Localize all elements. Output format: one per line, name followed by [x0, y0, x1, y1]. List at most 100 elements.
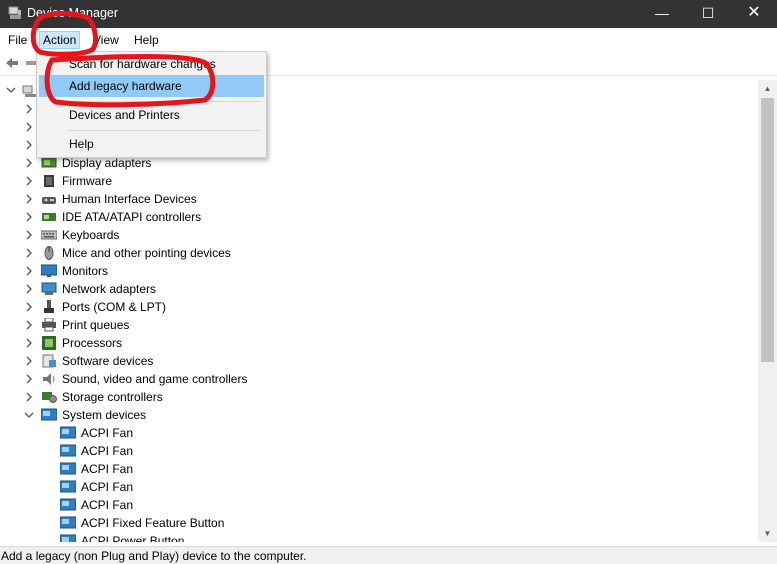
network-adapter-icon	[41, 282, 57, 295]
chevron-right-icon[interactable]	[24, 136, 34, 154]
menu-bar: File Action View Help	[0, 28, 777, 50]
menu-item-help[interactable]: Help	[39, 133, 264, 155]
chevron-right-icon[interactable]	[24, 154, 34, 172]
tree-category-monitors[interactable]: Monitors	[0, 262, 300, 280]
scrollbar-thumb[interactable]	[761, 98, 774, 362]
menu-item-scan-for-hardware-changes[interactable]: Scan for hardware changes	[39, 53, 264, 75]
chevron-right-icon[interactable]	[24, 334, 34, 352]
tree-device-label: ACPI Fixed Feature Button	[81, 516, 225, 530]
menu-separator	[67, 101, 261, 102]
tree-device-label: ACPI Fan	[81, 426, 134, 440]
tree-category-processors[interactable]: Processors	[0, 334, 300, 352]
chevron-right-icon[interactable]	[24, 172, 34, 190]
system-device-icon	[60, 444, 76, 457]
chevron-right-icon[interactable]	[24, 298, 34, 316]
tree-device-item[interactable]: ACPI Fan	[0, 478, 300, 496]
tree-category-ports[interactable]: Ports (COM & LPT)	[0, 298, 300, 316]
system-device-icon	[60, 534, 76, 542]
status-text: Add a legacy (non Plug and Play) device …	[1, 549, 307, 563]
chevron-right-icon[interactable]	[24, 244, 34, 262]
firmware-chip-icon	[44, 175, 54, 187]
back-arrow-icon[interactable]	[4, 55, 20, 71]
scroll-up-arrow-icon[interactable]: ▲	[758, 80, 777, 97]
tree-device-item[interactable]: ACPI Power Button	[0, 532, 300, 542]
title-bar: Device Manager — ☐ ✕	[0, 0, 777, 28]
printer-icon	[42, 318, 56, 332]
tree-device-label: ACPI Power Button	[81, 534, 185, 542]
storage-controller-icon	[42, 392, 57, 403]
chevron-right-icon[interactable]	[24, 352, 34, 370]
system-device-icon	[60, 516, 76, 529]
tree-device-label: ACPI Fan	[81, 462, 134, 476]
scroll-down-arrow-icon[interactable]: ▼	[758, 525, 777, 542]
maximize-button[interactable]: ☐	[685, 0, 731, 28]
menu-separator	[67, 130, 261, 131]
menu-help[interactable]: Help	[134, 31, 159, 49]
menu-file[interactable]: File	[8, 31, 27, 49]
system-device-icon	[60, 426, 76, 439]
tree-device-item[interactable]: ACPI Fan	[0, 442, 300, 460]
menu-action[interactable]: Action	[39, 31, 81, 49]
tree-category-network-adapters[interactable]: Network adapters	[0, 280, 300, 298]
display-adapter-icon	[41, 157, 57, 168]
vertical-scrollbar[interactable]: ▲ ▼	[758, 80, 777, 542]
tree-category-label: Mice and other pointing devices	[62, 246, 231, 260]
tree-device-item[interactable]: ACPI Fan	[0, 460, 300, 478]
chevron-right-icon[interactable]	[24, 226, 34, 244]
tree-category-label: Network adapters	[62, 282, 157, 296]
chevron-right-icon[interactable]	[24, 280, 34, 298]
chevron-right-icon[interactable]	[24, 100, 34, 118]
status-bar: Add a legacy (non Plug and Play) device …	[0, 546, 777, 564]
keyboard-icon	[41, 230, 57, 240]
tree-category-mice[interactable]: Mice and other pointing devices	[0, 244, 300, 262]
tree-device-item[interactable]: ACPI Fan	[0, 424, 300, 442]
chevron-right-icon[interactable]	[24, 316, 34, 334]
tree-category-label: Storage controllers	[62, 390, 163, 404]
tree-category-label: Print queues	[62, 318, 130, 332]
tree-device-item[interactable]: ACPI Fan	[0, 496, 300, 514]
tree-device-label: ACPI Fan	[81, 480, 134, 494]
minimize-button[interactable]: —	[639, 0, 685, 28]
tree-category-label: System devices	[62, 408, 147, 422]
system-device-icon	[41, 408, 57, 421]
tree-category-print-queues[interactable]: Print queues	[0, 316, 300, 334]
tree-category-sound-video-game[interactable]: Sound, video and game controllers	[0, 370, 300, 388]
system-device-icon	[60, 480, 76, 493]
tree-device-label: ACPI Fan	[81, 498, 134, 512]
software-device-icon	[42, 354, 56, 368]
hid-icon	[42, 197, 56, 204]
monitor-icon	[41, 264, 57, 277]
system-device-icon	[60, 498, 76, 511]
speaker-icon	[43, 373, 55, 385]
tree-root-node[interactable]	[0, 82, 40, 100]
menu-item-devices-and-printers[interactable]: Devices and Printers	[39, 104, 264, 126]
tree-category-label: Processors	[62, 336, 123, 350]
tree-category-storage-controllers[interactable]: Storage controllers	[0, 388, 300, 406]
tree-category-system-devices[interactable]: System devices	[0, 406, 300, 424]
chevron-right-icon[interactable]	[24, 388, 34, 406]
chevron-right-icon[interactable]	[24, 262, 34, 280]
menu-item-add-legacy-hardware[interactable]: Add legacy hardware	[39, 75, 264, 97]
tree-device-item[interactable]: ACPI Fixed Feature Button	[0, 514, 300, 532]
chevron-right-icon[interactable]	[24, 190, 34, 208]
chevron-right-icon[interactable]	[24, 370, 34, 388]
chevron-down-icon[interactable]	[6, 82, 16, 100]
window-title: Device Manager	[27, 6, 119, 20]
chevron-right-icon[interactable]	[24, 118, 34, 136]
chevron-right-icon[interactable]	[24, 208, 34, 226]
ide-controller-icon	[42, 213, 56, 221]
tree-category-human-interface-devices[interactable]: Human Interface Devices	[0, 190, 300, 208]
tree-category-keyboards[interactable]: Keyboards	[0, 226, 300, 244]
menu-view[interactable]: View	[93, 31, 119, 49]
chevron-down-icon[interactable]	[24, 406, 34, 424]
tree-category-label: Firmware	[62, 174, 112, 188]
close-button[interactable]: ✕	[731, 0, 777, 28]
tree-category-label: Ports (COM & LPT)	[62, 300, 167, 314]
tree-category-label: Keyboards	[62, 228, 120, 242]
tree-category-firmware[interactable]: Firmware	[0, 172, 300, 190]
tree-category-software-devices[interactable]: Software devices	[0, 352, 300, 370]
tree-category-ide-ata-atapi-controllers[interactable]: IDE ATA/ATAPI controllers	[0, 208, 300, 226]
action-menu-dropdown: Scan for hardware changes Add legacy har…	[36, 51, 267, 158]
tree-category-label: Software devices	[62, 354, 154, 368]
processor-icon	[42, 336, 56, 350]
